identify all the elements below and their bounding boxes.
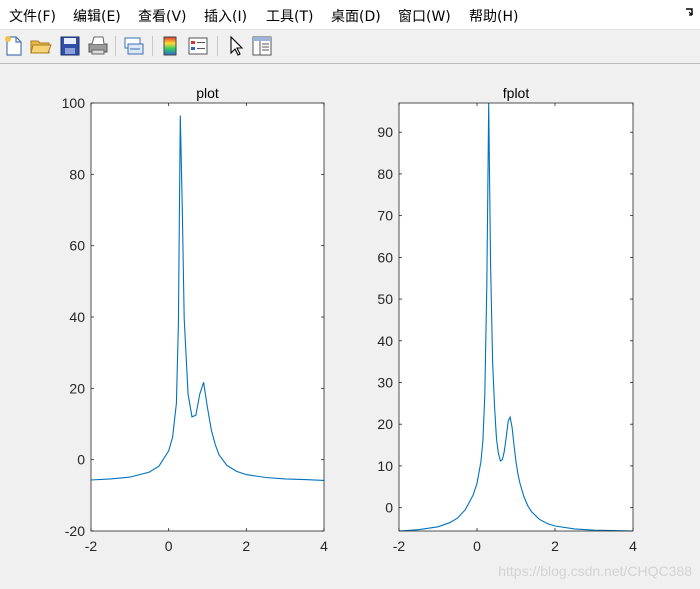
dock-figure-icon[interactable] (684, 8, 694, 18)
menu-item-1[interactable]: 编辑(E) (73, 6, 121, 26)
toolbar-separator (115, 36, 116, 56)
insert-colorbar-icon[interactable] (158, 34, 182, 58)
x-tick-label: 2 (242, 538, 250, 554)
x-tick-label: -2 (393, 538, 406, 554)
chart-title: plot (196, 85, 219, 101)
x-tick-label: -2 (85, 538, 98, 554)
y-tick-label: 40 (377, 333, 393, 349)
toolbar-separator (152, 36, 153, 56)
y-tick-label: 0 (77, 452, 85, 468)
save-icon[interactable] (58, 34, 82, 58)
y-tick-label: 0 (385, 500, 393, 516)
menu-item-6[interactable]: 窗口(W) (398, 6, 451, 26)
x-tick-label: 4 (629, 538, 637, 554)
y-tick-label: 40 (69, 309, 85, 325)
figure-canvas: -2 0 2 4-20020406080100plot-2 0 2 401020304050… (62, 85, 637, 554)
y-tick-label: 50 (377, 291, 393, 307)
y-tick-label: 70 (377, 208, 393, 224)
open-folder-icon[interactable] (29, 34, 53, 58)
x-tick-label: 2 (551, 538, 559, 554)
axes-plot[interactable]: -2 0 2 4-20020406080100plot (62, 85, 328, 554)
menu-item-3[interactable]: 插入(I) (204, 6, 247, 26)
y-tick-label: -20 (65, 523, 85, 539)
toolbar-separator (217, 36, 218, 56)
new-figure-icon[interactable] (2, 34, 26, 58)
menu-bar: 文件(F) 编辑(E) 查看(V) 插入(I) 工具(T) 桌面(D) 窗口(W) 帮助(H) (0, 0, 700, 29)
toolbar (0, 29, 700, 64)
property-inspector-icon[interactable] (250, 34, 274, 58)
print-icon[interactable] (86, 34, 110, 58)
menu-item-4[interactable]: 工具(T) (266, 6, 313, 26)
y-tick-label: 90 (377, 124, 393, 140)
y-tick-label: 20 (377, 416, 393, 432)
y-tick-label: 60 (69, 238, 85, 254)
y-tick-label: 30 (377, 374, 393, 390)
y-tick-label: 80 (377, 166, 393, 182)
axes-fplot[interactable]: -2 0 2 40102030405060708090fplot (377, 85, 637, 554)
watermark-text: https://blog.csdn.net/CHQC388 (498, 563, 692, 579)
x-tick-label: 0 (473, 538, 481, 554)
y-tick-label: 20 (69, 380, 85, 396)
menu-item-7[interactable]: 帮助(H) (469, 6, 518, 26)
menu-item-5[interactable]: 桌面(D) (331, 6, 381, 26)
y-tick-label: 60 (377, 249, 393, 265)
menu-item-0[interactable]: 文件(F) (9, 6, 56, 26)
y-tick-label: 80 (69, 166, 85, 182)
plot-background (399, 103, 633, 531)
edit-plot-arrow-icon[interactable] (224, 34, 248, 58)
x-tick-label: 0 (165, 538, 173, 554)
menu-item-2[interactable]: 查看(V) (138, 6, 187, 26)
y-tick-label: 100 (62, 95, 86, 111)
insert-legend-icon[interactable] (186, 34, 210, 58)
x-tick-label: 4 (320, 538, 328, 554)
link-plot-icon[interactable] (122, 34, 146, 58)
chart-title: fplot (503, 85, 530, 101)
y-tick-label: 10 (377, 458, 393, 474)
plot-background (91, 103, 324, 531)
